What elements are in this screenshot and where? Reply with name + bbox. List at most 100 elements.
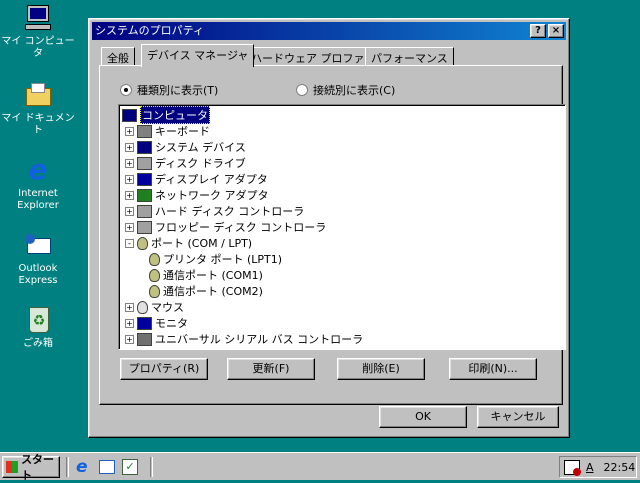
radio-button[interactable]: [120, 84, 132, 96]
expand-icon[interactable]: +: [125, 206, 134, 216]
tree-item[interactable]: + ネットワーク アダプタ: [125, 187, 269, 203]
desktop-icon-label: ごみ箱: [23, 338, 53, 349]
scheduler-icon[interactable]: [564, 459, 581, 476]
ie-quicklaunch-icon[interactable]: e: [76, 457, 88, 477]
desktop-icon-label: マイ コンピュータ: [1, 36, 75, 59]
radio-button[interactable]: [296, 84, 308, 96]
tree-item-label: ディスプレイ アダプタ: [155, 173, 268, 186]
system-tray: A 22:54: [559, 456, 637, 478]
tree-item[interactable]: + フロッピー ディスク コントローラ: [125, 219, 326, 235]
start-button[interactable]: スタート: [2, 453, 60, 482]
tree-item[interactable]: + マウス: [125, 299, 184, 315]
tab-panel: 種類別に表示(T) 接続別に表示(C) コンピュータ + キーボード + システム デバ…: [99, 65, 566, 405]
desktop-icon-label: Internet Explorer: [17, 188, 59, 211]
tree-item[interactable]: - ポート (COM / LPT): [125, 235, 252, 251]
outlook-icon: [23, 230, 53, 260]
tree-item-label: マウス: [151, 301, 184, 314]
tree-item-label: コンピュータ: [140, 106, 210, 124]
expand-icon[interactable]: +: [125, 334, 134, 344]
computer-icon: [122, 108, 137, 122]
desktop-icon-recycle-bin[interactable]: ♻ ごみ箱: [0, 305, 76, 350]
expand-icon[interactable]: +: [125, 158, 134, 168]
tree-item[interactable]: + ユニバーサル シリアル バス コントローラ: [125, 331, 363, 347]
show-desktop-icon[interactable]: ✓: [122, 459, 138, 475]
dialog-title: システムのプロパティ: [95, 24, 205, 37]
expand-icon[interactable]: +: [125, 190, 134, 200]
controller-icon: [137, 204, 152, 218]
desktop-icon-outlook-express[interactable]: Outlook Express: [0, 230, 76, 287]
outlook-quicklaunch-icon[interactable]: [99, 460, 115, 474]
tree-item-label: モニタ: [155, 317, 188, 330]
desktop-icon-label: マイ ドキュメント: [1, 113, 75, 136]
desktop-icon-label: Outlook Express: [18, 263, 58, 286]
radio-label: 種類別に表示(T): [137, 84, 219, 97]
disk-icon: [137, 156, 152, 170]
tab-general[interactable]: 全般: [101, 47, 135, 66]
tree-item-label: ハード ディスク コントローラ: [155, 205, 305, 218]
radio-by-connection[interactable]: 接続別に表示(C): [296, 82, 395, 98]
print-button[interactable]: 印刷(N)...: [449, 358, 537, 380]
ie-icon: e: [28, 153, 48, 186]
desktop-icon-my-computer[interactable]: マイ コンピュータ: [0, 3, 76, 60]
properties-button[interactable]: プロパティ(R): [120, 358, 208, 380]
collapse-icon[interactable]: -: [125, 238, 134, 248]
tree-item-label: フロッピー ディスク コントローラ: [155, 221, 327, 234]
remove-button[interactable]: 削除(E): [337, 358, 425, 380]
tree-item-label: 通信ポート (COM2): [163, 285, 263, 298]
ime-indicator[interactable]: A: [586, 461, 594, 474]
tree-item[interactable]: + ハード ディスク コントローラ: [125, 203, 304, 219]
controller-icon: [137, 220, 152, 234]
tree-item[interactable]: プリンタ ポート (LPT1): [149, 251, 282, 267]
port-icon: [149, 284, 160, 298]
tree-item-label: ユニバーサル シリアル バス コントローラ: [155, 333, 364, 346]
tree-item[interactable]: + ディスク ドライブ: [125, 155, 246, 171]
tree-item-label: ポート (COM / LPT): [151, 237, 253, 250]
computer-icon: [137, 140, 152, 154]
radio-by-type[interactable]: 種類別に表示(T): [120, 82, 218, 98]
tree-item[interactable]: 通信ポート (COM2): [149, 283, 263, 299]
port-icon: [149, 252, 160, 266]
tree-item-label: プリンタ ポート (LPT1): [163, 253, 283, 266]
refresh-button[interactable]: 更新(F): [227, 358, 315, 380]
recycle-bin-icon: ♻: [23, 305, 53, 335]
tree-item-label: ディスク ドライブ: [155, 157, 246, 170]
tree-item[interactable]: + モニタ: [125, 315, 188, 331]
windows-logo-icon: [6, 461, 19, 473]
expand-icon[interactable]: +: [125, 142, 134, 152]
expand-icon[interactable]: +: [125, 222, 134, 232]
keyboard-icon: [137, 124, 152, 138]
tree-item[interactable]: コンピュータ: [122, 106, 210, 124]
title-bar[interactable]: システムのプロパティ ? ×: [92, 22, 566, 40]
close-button[interactable]: ×: [548, 24, 564, 38]
toolbar-separator: [66, 457, 69, 477]
tree-item-label: ネットワーク アダプタ: [155, 189, 269, 202]
tree-item[interactable]: 通信ポート (COM1): [149, 267, 263, 283]
monitor-icon: [137, 172, 152, 186]
tree-item[interactable]: + システム デバイス: [125, 139, 246, 155]
port-icon: [137, 236, 148, 250]
folder-icon: [23, 80, 53, 110]
tab-device-manager[interactable]: デバイス マネージャ: [141, 44, 255, 67]
radio-label: 接続別に表示(C): [313, 84, 396, 97]
toolbar-separator: [150, 457, 153, 477]
expand-icon[interactable]: +: [125, 302, 134, 312]
cancel-button[interactable]: キャンセル: [477, 406, 559, 428]
tree-item-label: 通信ポート (COM1): [163, 269, 263, 282]
taskbar: スタート e ✓ A 22:54: [0, 452, 640, 482]
desktop-icon-internet-explorer[interactable]: e Internet Explorer: [0, 155, 76, 212]
port-icon: [149, 268, 160, 282]
clock[interactable]: 22:54: [604, 461, 636, 474]
expand-icon[interactable]: +: [125, 174, 134, 184]
network-icon: [137, 188, 152, 202]
help-button[interactable]: ?: [530, 24, 546, 38]
tree-item[interactable]: + キーボード: [125, 123, 210, 139]
ok-button[interactable]: OK: [379, 406, 467, 428]
device-tree[interactable]: コンピュータ + キーボード + システム デバイス + ディスク ドライブ + ディスプレイ …: [118, 104, 566, 350]
tree-item[interactable]: + ディスプレイ アダプタ: [125, 171, 268, 187]
tree-item-label: キーボード: [155, 125, 210, 138]
expand-icon[interactable]: +: [125, 126, 134, 136]
expand-icon[interactable]: +: [125, 318, 134, 328]
desktop-icon-my-documents[interactable]: マイ ドキュメント: [0, 80, 76, 137]
tab-performance[interactable]: パフォーマンス: [365, 47, 454, 66]
monitor-icon: [137, 316, 152, 330]
